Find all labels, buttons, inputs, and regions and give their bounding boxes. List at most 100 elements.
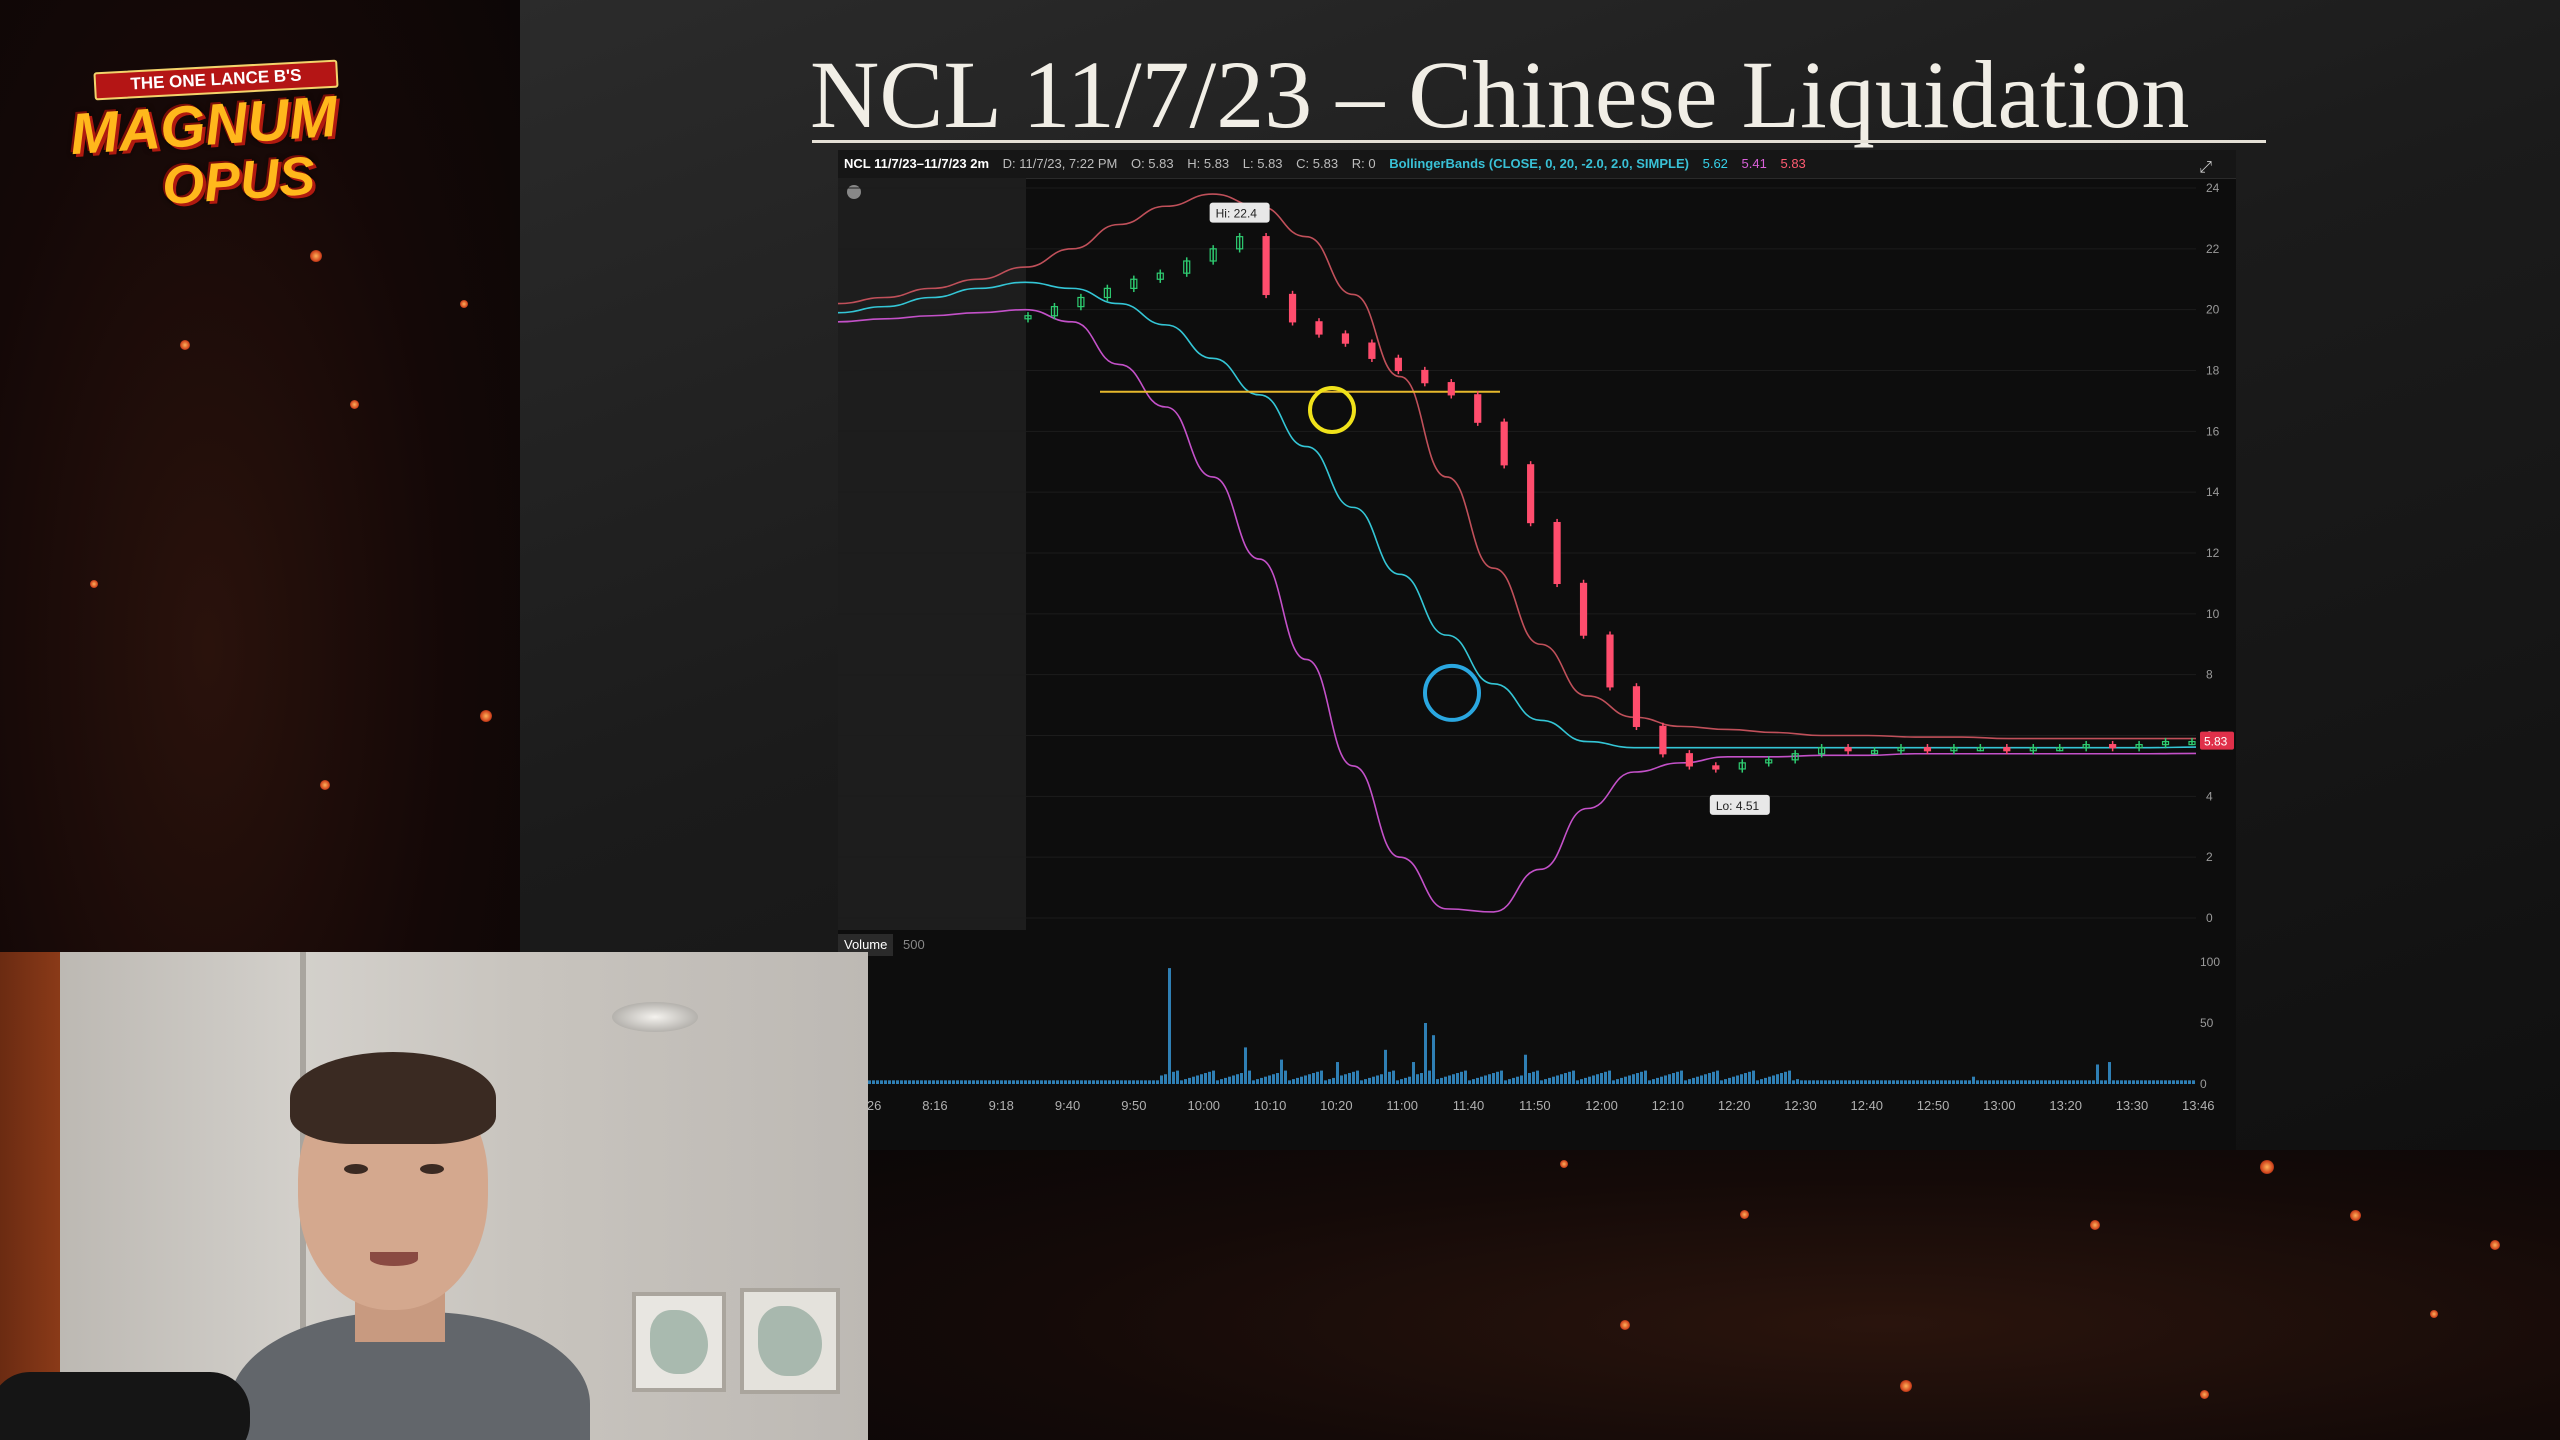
ember-dot bbox=[2350, 1210, 2361, 1221]
volume-bar bbox=[1432, 1035, 1435, 1084]
volume-tick-label: 50 bbox=[2200, 1016, 2214, 1030]
ember-dot bbox=[1560, 1160, 1568, 1168]
volume-bar bbox=[1572, 1070, 1575, 1084]
volume-bar bbox=[1536, 1070, 1539, 1084]
volume-bar bbox=[1236, 1074, 1239, 1084]
presenter-mouth bbox=[370, 1252, 418, 1266]
bb-lower-line bbox=[838, 308, 2197, 913]
volume-bar bbox=[1120, 1080, 1123, 1084]
bb-lower-value: 5.41 bbox=[1741, 156, 1767, 171]
price-tick-label: 2 bbox=[2206, 850, 2213, 864]
volume-bar bbox=[1772, 1075, 1775, 1084]
volume-bar bbox=[1268, 1075, 1271, 1084]
time-tick-label: 8:16 bbox=[922, 1098, 947, 1113]
volume-bar bbox=[1804, 1080, 1807, 1084]
blue-annotation-circle bbox=[1423, 663, 1481, 722]
volume-bar bbox=[1648, 1080, 1651, 1084]
volume-bar bbox=[1472, 1079, 1475, 1084]
volume-bar bbox=[1592, 1075, 1595, 1084]
volume-bar bbox=[2044, 1080, 2047, 1084]
volume-bar bbox=[1676, 1071, 1679, 1084]
volume-bar bbox=[1388, 1071, 1391, 1084]
volume-bar bbox=[2072, 1080, 2075, 1084]
volume-chart[interactable]: 100 50 0 bbox=[838, 956, 2236, 1090]
time-tick-label: 9:50 bbox=[1121, 1098, 1146, 1113]
time-axis: 7:26 8:16 9:18 9:40 9:50 10:00 10:10 10:20 11:00… bbox=[856, 1098, 2215, 1113]
volume-bar bbox=[1328, 1079, 1331, 1084]
volume-bar bbox=[1792, 1080, 1795, 1084]
volume-bar bbox=[1844, 1080, 1847, 1084]
volume-bar bbox=[1932, 1080, 1935, 1084]
volume-bar bbox=[1208, 1071, 1211, 1084]
volume-bar bbox=[1712, 1071, 1715, 1084]
volume-bar bbox=[960, 1080, 963, 1084]
volume-bar bbox=[1980, 1080, 1983, 1084]
volume-bar bbox=[1960, 1080, 1963, 1084]
volume-bar bbox=[1660, 1076, 1663, 1084]
volume-bar bbox=[1904, 1080, 1907, 1084]
volume-bar bbox=[1056, 1080, 1059, 1084]
time-tick-label: 12:20 bbox=[1718, 1098, 1751, 1113]
price-chart[interactable]: 242220181614121086420Hi: 22.4Lo: 4.515.8… bbox=[838, 178, 2236, 930]
volume-bar bbox=[2076, 1080, 2079, 1084]
volume-bar bbox=[1204, 1073, 1207, 1084]
volume-bar bbox=[1984, 1080, 1987, 1084]
chart-symbol[interactable]: NCL 11/7/23–11/7/23 2m bbox=[844, 156, 989, 171]
picture-art bbox=[758, 1306, 822, 1376]
price-tick-label: 14 bbox=[2206, 485, 2220, 499]
volume-bar bbox=[1656, 1077, 1659, 1084]
volume-bar bbox=[1128, 1080, 1131, 1084]
volume-bar bbox=[2096, 1064, 2099, 1084]
volume-bar bbox=[1312, 1073, 1315, 1084]
volume-bar bbox=[1716, 1070, 1719, 1084]
volume-bar bbox=[2176, 1080, 2179, 1084]
study-label[interactable]: BollingerBands (CLOSE, 0, 20, -2.0, 2.0,… bbox=[1389, 156, 1689, 171]
volume-bar bbox=[1532, 1071, 1535, 1084]
volume-bar bbox=[1836, 1080, 1839, 1084]
ember-dot bbox=[350, 400, 359, 409]
volume-bar bbox=[1436, 1079, 1439, 1084]
volume-bar bbox=[1480, 1076, 1483, 1084]
volume-bar bbox=[1944, 1080, 1947, 1084]
volume-bar bbox=[1408, 1076, 1411, 1084]
volume-bar bbox=[1652, 1079, 1655, 1084]
volume-bar bbox=[1276, 1073, 1279, 1084]
volume-bar bbox=[1612, 1080, 1615, 1084]
price-tick-label: 0 bbox=[2206, 911, 2213, 925]
volume-bar bbox=[1628, 1075, 1631, 1084]
volume-bar bbox=[1140, 1080, 1143, 1084]
volume-bar bbox=[1812, 1080, 1815, 1084]
time-tick-label: 12:10 bbox=[1652, 1098, 1685, 1113]
presenter-eye bbox=[344, 1164, 368, 1174]
volume-bar bbox=[1704, 1074, 1707, 1084]
volume-bar bbox=[1752, 1070, 1755, 1084]
premarket-shading bbox=[838, 178, 1026, 930]
volume-bar bbox=[1668, 1074, 1671, 1084]
chart-date: D: 11/7/23, 7:22 PM bbox=[1002, 156, 1118, 171]
volume-bar bbox=[1972, 1076, 1975, 1084]
chart-window[interactable]: NCL 11/7/23–11/7/23 2m D: 11/7/23, 7:22 … bbox=[838, 150, 2236, 1150]
candle-body bbox=[1341, 333, 1350, 344]
volume-bar bbox=[1188, 1077, 1191, 1084]
volume-bar bbox=[1008, 1080, 1011, 1084]
volume-bar bbox=[1088, 1080, 1091, 1084]
volume-bar bbox=[1588, 1076, 1591, 1084]
volume-bar bbox=[2024, 1080, 2027, 1084]
volume-bar bbox=[944, 1080, 947, 1084]
volume-bar bbox=[1760, 1079, 1763, 1084]
volume-bar bbox=[1376, 1075, 1379, 1084]
candle-body bbox=[1315, 321, 1323, 335]
volume-bar bbox=[2156, 1080, 2159, 1084]
volume-bar bbox=[1564, 1073, 1567, 1084]
expand-icon[interactable]: ⤢ bbox=[2199, 154, 2212, 178]
volume-bar bbox=[1920, 1080, 1923, 1084]
volume-bar bbox=[1028, 1080, 1031, 1084]
volume-bar bbox=[1568, 1071, 1571, 1084]
volume-bar bbox=[2048, 1080, 2051, 1084]
ember-dot bbox=[460, 300, 468, 308]
volume-bar bbox=[1244, 1047, 1247, 1084]
time-tick-label: 11:40 bbox=[1453, 1098, 1485, 1113]
volume-bar bbox=[2084, 1080, 2087, 1084]
volume-bar bbox=[1732, 1076, 1735, 1084]
volume-bar bbox=[1916, 1080, 1919, 1084]
